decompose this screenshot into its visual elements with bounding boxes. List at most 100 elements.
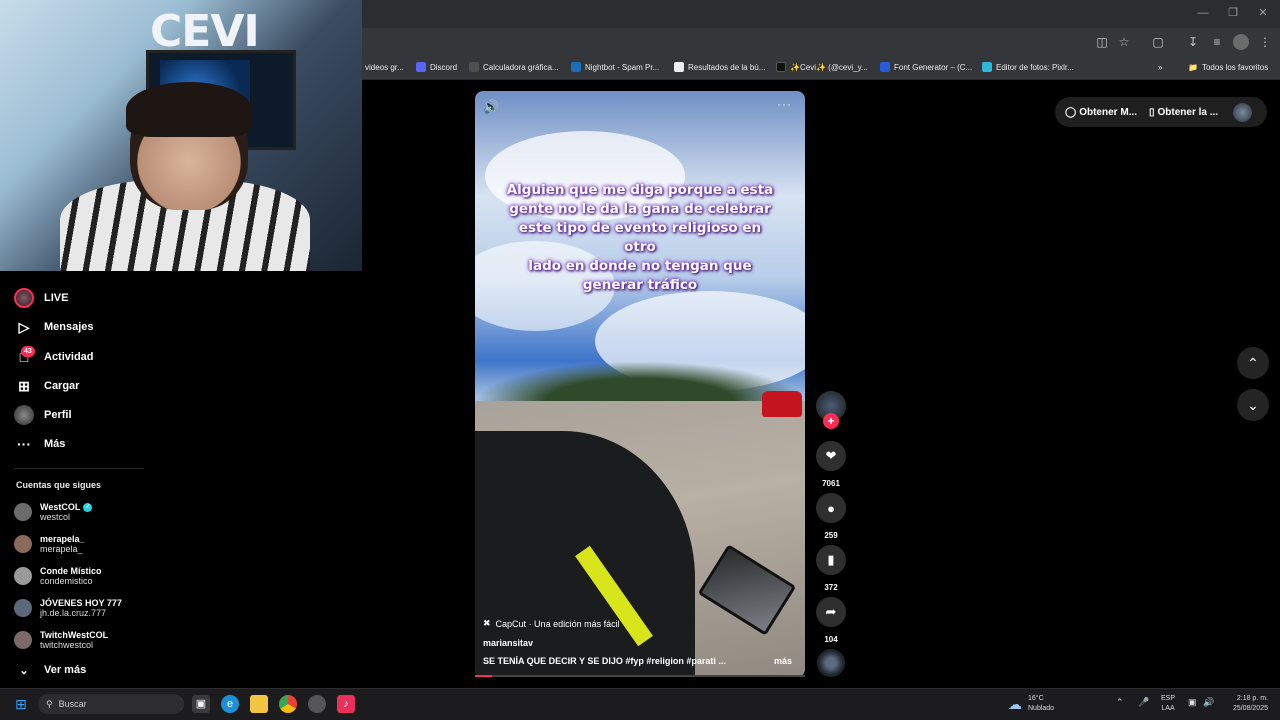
search-icon: ⚲ — [46, 698, 53, 709]
video-frame-trees — [475, 361, 805, 401]
sidebar-item-live[interactable]: LIVE — [14, 287, 68, 309]
tiktok-app-icon[interactable]: ♪ — [337, 695, 355, 713]
sidebar-item-more[interactable]: ··· Más — [14, 433, 65, 455]
bookmark-item[interactable]: Font Generator – (C... — [880, 59, 972, 75]
install-app-icon[interactable]: ◫ — [1094, 34, 1110, 50]
bookmark-item[interactable]: Discord — [416, 59, 457, 75]
capcut-anchor[interactable]: ✖ CapCut · Una edición más fácil — [483, 618, 620, 629]
webcam-person-hair — [126, 82, 252, 137]
get-desktop-app-button[interactable]: ◯ Obtener M... — [1065, 107, 1137, 118]
restore-icon[interactable]: ❐ — [1226, 6, 1240, 20]
profile-avatar[interactable] — [1233, 103, 1252, 122]
bookmark-item[interactable]: Resultados de la bú... — [674, 59, 765, 75]
share-count: 104 — [824, 635, 838, 644]
network-icon[interactable]: ▣ — [1188, 697, 1197, 708]
reading-list-icon[interactable]: ≡ — [1209, 34, 1225, 50]
folder-icon: 📁 — [1188, 62, 1198, 72]
browser-tabstrip — [362, 0, 1280, 28]
activity-count-badge: 43 — [21, 346, 35, 357]
follow-plus-icon[interactable]: + — [823, 413, 839, 429]
following-title: Cuentas que sigues — [16, 480, 102, 490]
font-generator-icon — [880, 62, 890, 72]
star-bookmark-icon[interactable]: ☆ — [1116, 34, 1132, 50]
bookmark-item[interactable]: Editor de fotos: Pixlr... — [982, 59, 1074, 75]
video-progress-track[interactable] — [475, 675, 805, 677]
chevron-up-icon[interactable]: ⌃ — [1237, 347, 1269, 379]
comment-count: 259 — [824, 531, 838, 540]
share-action[interactable]: ➦ 104 — [815, 597, 847, 644]
chrome-icon[interactable] — [279, 695, 297, 713]
document-icon — [674, 62, 684, 72]
followed-account[interactable]: TwitchWestCOL twitchwestcol — [14, 626, 108, 654]
language-indicator[interactable]: ESP LAA — [1161, 694, 1175, 714]
avatar — [14, 535, 32, 553]
bookmark-item[interactable]: Nightbot - Spam Pr... — [571, 59, 659, 75]
video-caption-overlay: Alguien que me diga porque a esta gente … — [506, 182, 774, 293]
task-view-icon[interactable]: ▣ — [192, 695, 210, 713]
avatar — [14, 599, 32, 617]
bookmark-item[interactable]: Calculadora gráfica... — [469, 59, 559, 75]
download-icon[interactable]: ↧ — [1185, 34, 1201, 50]
obs-icon[interactable] — [308, 695, 326, 713]
send-icon: ▷ — [18, 318, 30, 335]
windows-start-icon[interactable]: ⊞ — [12, 695, 30, 713]
sidebar-item-upload[interactable]: ⊞ Cargar — [14, 375, 79, 397]
followed-account[interactable]: merapela_ merapela_ — [14, 530, 85, 558]
kebab-menu-icon[interactable]: ⋮ — [1257, 34, 1273, 50]
bookmark-item[interactable]: videos gr... — [365, 59, 404, 75]
chevron-down-icon: ⌄ — [19, 664, 29, 677]
comment-icon[interactable]: ● — [816, 493, 846, 523]
more-icon: ··· — [17, 436, 31, 452]
pixlr-icon — [982, 62, 992, 72]
sidebar-item-messages[interactable]: ▷ Mensajes — [14, 316, 94, 338]
see-more-button[interactable]: ⌄ Ver más — [14, 659, 86, 681]
save-count: 372 — [824, 583, 838, 592]
video-player[interactable]: Alguien que me diga porque a esta gente … — [475, 91, 805, 677]
video-progress-fill — [475, 675, 492, 677]
video-frame-car — [762, 391, 802, 417]
video-author[interactable]: mariansitav — [483, 638, 533, 648]
cloud-icon: ☁ — [1008, 695, 1022, 712]
get-mobile-app-button[interactable]: ▯ Obtener la ... — [1149, 107, 1218, 118]
save-action[interactable]: ▮ 372 — [815, 545, 847, 592]
heart-icon[interactable]: ❤ — [816, 441, 846, 471]
more-options-icon[interactable]: ··· — [777, 97, 792, 111]
minimize-icon[interactable]: — — [1196, 6, 1210, 20]
extensions-icon[interactable]: ▢ — [1150, 34, 1166, 50]
followed-account[interactable]: Conde Místico condemistico — [14, 562, 102, 590]
video-description: SE TENÍA QUE DECIR Y SE DIJO #fyp #relig… — [483, 656, 726, 666]
sidebar-item-profile[interactable]: Perfil — [14, 404, 72, 426]
volume-icon[interactable]: 🔊 — [483, 99, 499, 115]
verified-icon: ✓ — [83, 502, 93, 512]
edge-icon[interactable]: e — [221, 695, 239, 713]
close-icon[interactable]: ✕ — [1256, 6, 1270, 20]
description-more-link[interactable]: más — [774, 656, 792, 666]
bookmarks-overflow-icon[interactable]: » — [1158, 59, 1162, 75]
graph-icon — [469, 62, 479, 72]
phone-icon: ▯ — [1149, 106, 1155, 118]
sidebar-divider — [14, 468, 144, 469]
all-bookmarks[interactable]: 📁 Todos los favoritos — [1188, 59, 1268, 75]
microphone-icon[interactable]: 🎤 — [1138, 697, 1149, 708]
followed-account[interactable]: JÓVENES HOY 777 jh.de.la.cruz.777 — [14, 594, 122, 622]
chevron-down-icon[interactable]: ⌄ — [1237, 389, 1269, 421]
like-action[interactable]: ❤ 7061 — [815, 441, 847, 488]
discord-icon — [416, 62, 426, 72]
webcam-sign: CEVI — [150, 6, 260, 57]
followed-account[interactable]: WestCOL ✓ westcol — [14, 498, 93, 526]
nightbot-icon — [571, 62, 581, 72]
taskbar-search[interactable]: ⚲ Buscar — [38, 694, 184, 714]
tiktok-icon — [776, 62, 786, 72]
live-icon — [14, 288, 34, 308]
comment-action[interactable]: ● 259 — [815, 493, 847, 540]
speaker-icon[interactable]: 🔊 — [1203, 697, 1214, 708]
profile-icon[interactable] — [1233, 34, 1249, 50]
bookmark-item[interactable]: ✨Cevi✨ (@cevi_y... — [776, 59, 868, 75]
music-disc-icon[interactable] — [817, 649, 845, 677]
weather-widget[interactable]: ☁ 16°C Nublado — [1008, 694, 1054, 714]
file-explorer-icon[interactable] — [250, 695, 268, 713]
share-icon[interactable]: ➦ — [816, 597, 846, 627]
tray-chevron-up-icon[interactable]: ⌃ — [1116, 697, 1124, 708]
bookmark-icon[interactable]: ▮ — [816, 545, 846, 575]
system-clock[interactable]: 2:18 p. m. 25/08/2025 — [1222, 694, 1268, 714]
